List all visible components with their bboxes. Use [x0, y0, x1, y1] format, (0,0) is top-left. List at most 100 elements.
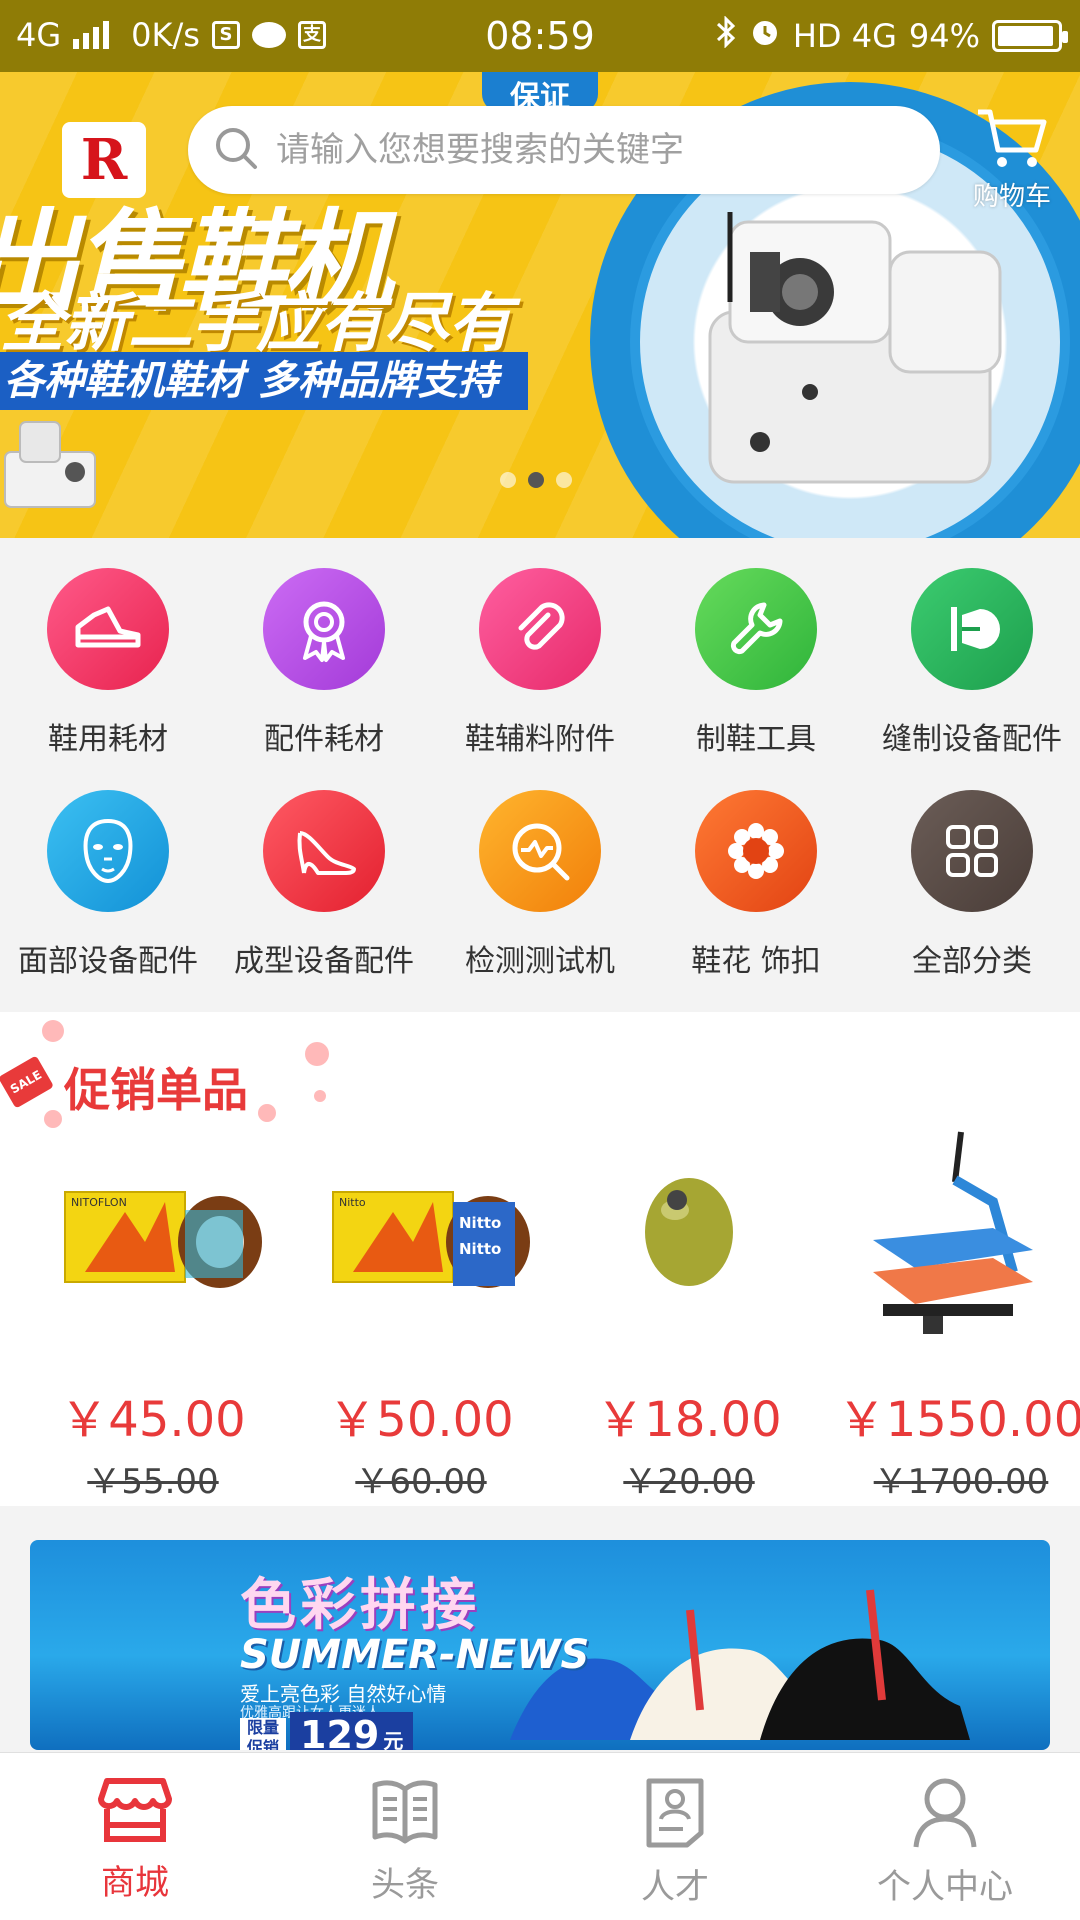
product-image: NITOFLON: [64, 1191, 262, 1288]
promotion-title: 促销单品: [64, 1063, 248, 1117]
face-icon: [83, 818, 133, 884]
hero-strip: 各种鞋机鞋材 多种品牌支持: [0, 352, 528, 410]
svg-text:Nitto: Nitto: [459, 1240, 501, 1258]
book-icon: [372, 1780, 438, 1844]
category-icon-bg: [479, 568, 601, 690]
banner-subtitle: SUMMER-NEWS: [240, 1632, 590, 1678]
cart-button[interactable]: 购物车: [962, 106, 1062, 216]
product-price: ￥45.00: [60, 1392, 246, 1448]
resume-icon: [646, 1778, 704, 1848]
category-shoemaking-tools[interactable]: 制鞋工具: [648, 538, 864, 757]
banner-price: 129 元: [290, 1712, 414, 1750]
category-forming-equipment[interactable]: 成型设备配件: [216, 760, 432, 979]
high-heel-icon: [297, 831, 356, 875]
category-icon-bg: [695, 790, 817, 912]
category-all[interactable]: 全部分类: [864, 760, 1080, 979]
search-input[interactable]: [276, 130, 916, 170]
product-old-price: ￥1700.00: [873, 1462, 1049, 1502]
carousel-indicator[interactable]: [500, 472, 572, 488]
category-icon-bg: [479, 790, 601, 912]
product-image: [873, 1131, 1033, 1334]
flower-icon: [728, 823, 784, 879]
category-icon-bg: [47, 568, 169, 690]
category-testing-machines[interactable]: 检测测试机: [432, 760, 648, 979]
category-label: 全部分类: [912, 944, 1032, 979]
promotion-section: SALE 促销单品 NITOFLON ￥45.00 ￥55.00 Nitto N…: [0, 1012, 1080, 1506]
banner-price-value: 129: [300, 1713, 380, 1750]
decor-dot: [258, 1104, 276, 1122]
product-old-price: ￥55.00: [87, 1462, 219, 1502]
product-price: ￥50.00: [328, 1392, 514, 1448]
battery-percent: 94%: [908, 17, 980, 55]
promotion-header: SALE 促销单品: [0, 1020, 420, 1132]
wrench-icon: [730, 602, 783, 655]
battery-icon: [992, 20, 1068, 52]
product-card[interactable]: ￥18.00 ￥20.00: [554, 1122, 824, 1502]
carousel-dot-active[interactable]: [528, 472, 544, 488]
tab-profile[interactable]: 个人中心: [810, 1753, 1080, 1920]
cart-label: 购物车: [972, 182, 1051, 212]
tab-label: 头条: [371, 1865, 439, 1905]
tab-label: 个人中心: [877, 1867, 1013, 1907]
alarm-icon: [749, 16, 781, 56]
category-label: 成型设备配件: [234, 944, 414, 979]
shoe-icon: [75, 606, 141, 648]
product-card[interactable]: ￥1550.00 ￥1700.00: [826, 1122, 1080, 1502]
category-label: 面部设备配件: [18, 944, 198, 979]
category-shoe-consumables[interactable]: 鞋用耗材: [0, 538, 216, 757]
product-price: ￥18.00: [596, 1392, 782, 1448]
battery-level: [998, 26, 1053, 46]
search-bar[interactable]: [188, 106, 940, 194]
category-grid: 鞋用耗材 配件耗材 鞋辅料附件 制鞋工具 缝制设备配件 面部设备配件 成型设备配…: [0, 538, 1080, 1008]
magnifier-chart-icon: [512, 823, 570, 881]
product-card[interactable]: NITOFLON ￥45.00 ￥55.00: [18, 1122, 288, 1502]
tab-news[interactable]: 头条: [270, 1753, 540, 1920]
small-machine-image: [4, 421, 96, 508]
category-shoe-accessories[interactable]: 鞋辅料附件: [432, 538, 648, 757]
category-icon-bg: [263, 790, 385, 912]
product-image: [645, 1178, 733, 1286]
category-label: 鞋辅料附件: [465, 722, 615, 757]
sale-tag-icon: SALE: [0, 1055, 55, 1109]
decor-dot: [42, 1020, 64, 1042]
tab-talent[interactable]: 人才: [540, 1753, 810, 1920]
hd-network: HD 4G: [792, 17, 897, 55]
status-right: HD 4G 94%: [715, 15, 1068, 56]
product-old-price: ￥20.00: [623, 1462, 755, 1502]
product-card[interactable]: Nitto Nitto Nitto ￥50.00 ￥60.00: [286, 1122, 556, 1502]
mall-home-screen: 4G 0K/s S 支 08:59 HD 4G 94% 保证 R 出售鞋机 全新…: [0, 0, 1080, 1920]
svg-text:Nitto: Nitto: [459, 1214, 501, 1232]
tab-label: 人才: [641, 1867, 709, 1907]
category-parts-consumables[interactable]: 配件耗材: [216, 538, 432, 757]
limited-offer-label: 限量促销: [240, 1718, 286, 1750]
needle-icon: [951, 607, 1000, 651]
decor-dot: [314, 1090, 326, 1102]
carousel-dot[interactable]: [556, 472, 572, 488]
decor-dot: [305, 1042, 329, 1066]
award-icon: [303, 601, 345, 662]
category-shoe-flowers[interactable]: 鞋花 饰扣: [648, 760, 864, 979]
svg-text:NITOFLON: NITOFLON: [71, 1196, 127, 1209]
category-face-equipment[interactable]: 面部设备配件: [0, 760, 216, 979]
product-price: ￥1550.00: [837, 1392, 1080, 1448]
category-icon-bg: [47, 790, 169, 912]
bluetooth-icon: [715, 15, 737, 56]
tab-label: 商城: [101, 1863, 169, 1903]
category-icon-bg: [911, 790, 1033, 912]
hero-subtitle: 全新二手应有尽有: [0, 287, 512, 361]
category-label: 鞋花 饰扣: [691, 944, 821, 979]
summer-banner[interactable]: 色彩拼接 SUMMER-NEWS 爱上亮色彩 自然好心情 优雅高跟让女人更迷人 …: [30, 1540, 1050, 1750]
product-image: Nitto Nitto Nitto: [332, 1191, 530, 1288]
sewing-machine-image: [708, 212, 1002, 484]
carousel-dot[interactable]: [500, 472, 516, 488]
tab-mall[interactable]: 商城: [0, 1753, 270, 1920]
store-icon: [98, 1778, 172, 1842]
category-sewing-parts[interactable]: 缝制设备配件: [864, 538, 1080, 757]
product-old-price: ￥60.00: [355, 1462, 487, 1502]
user-icon: [913, 1778, 977, 1848]
banner-title: 色彩拼接: [240, 1573, 480, 1638]
bottom-tab-bar: 商城 头条 人才 个人中心: [0, 1752, 1080, 1920]
grid-icon: [946, 825, 998, 877]
banner-price-unit: 元: [383, 1729, 404, 1750]
category-label: 配件耗材: [264, 722, 384, 757]
